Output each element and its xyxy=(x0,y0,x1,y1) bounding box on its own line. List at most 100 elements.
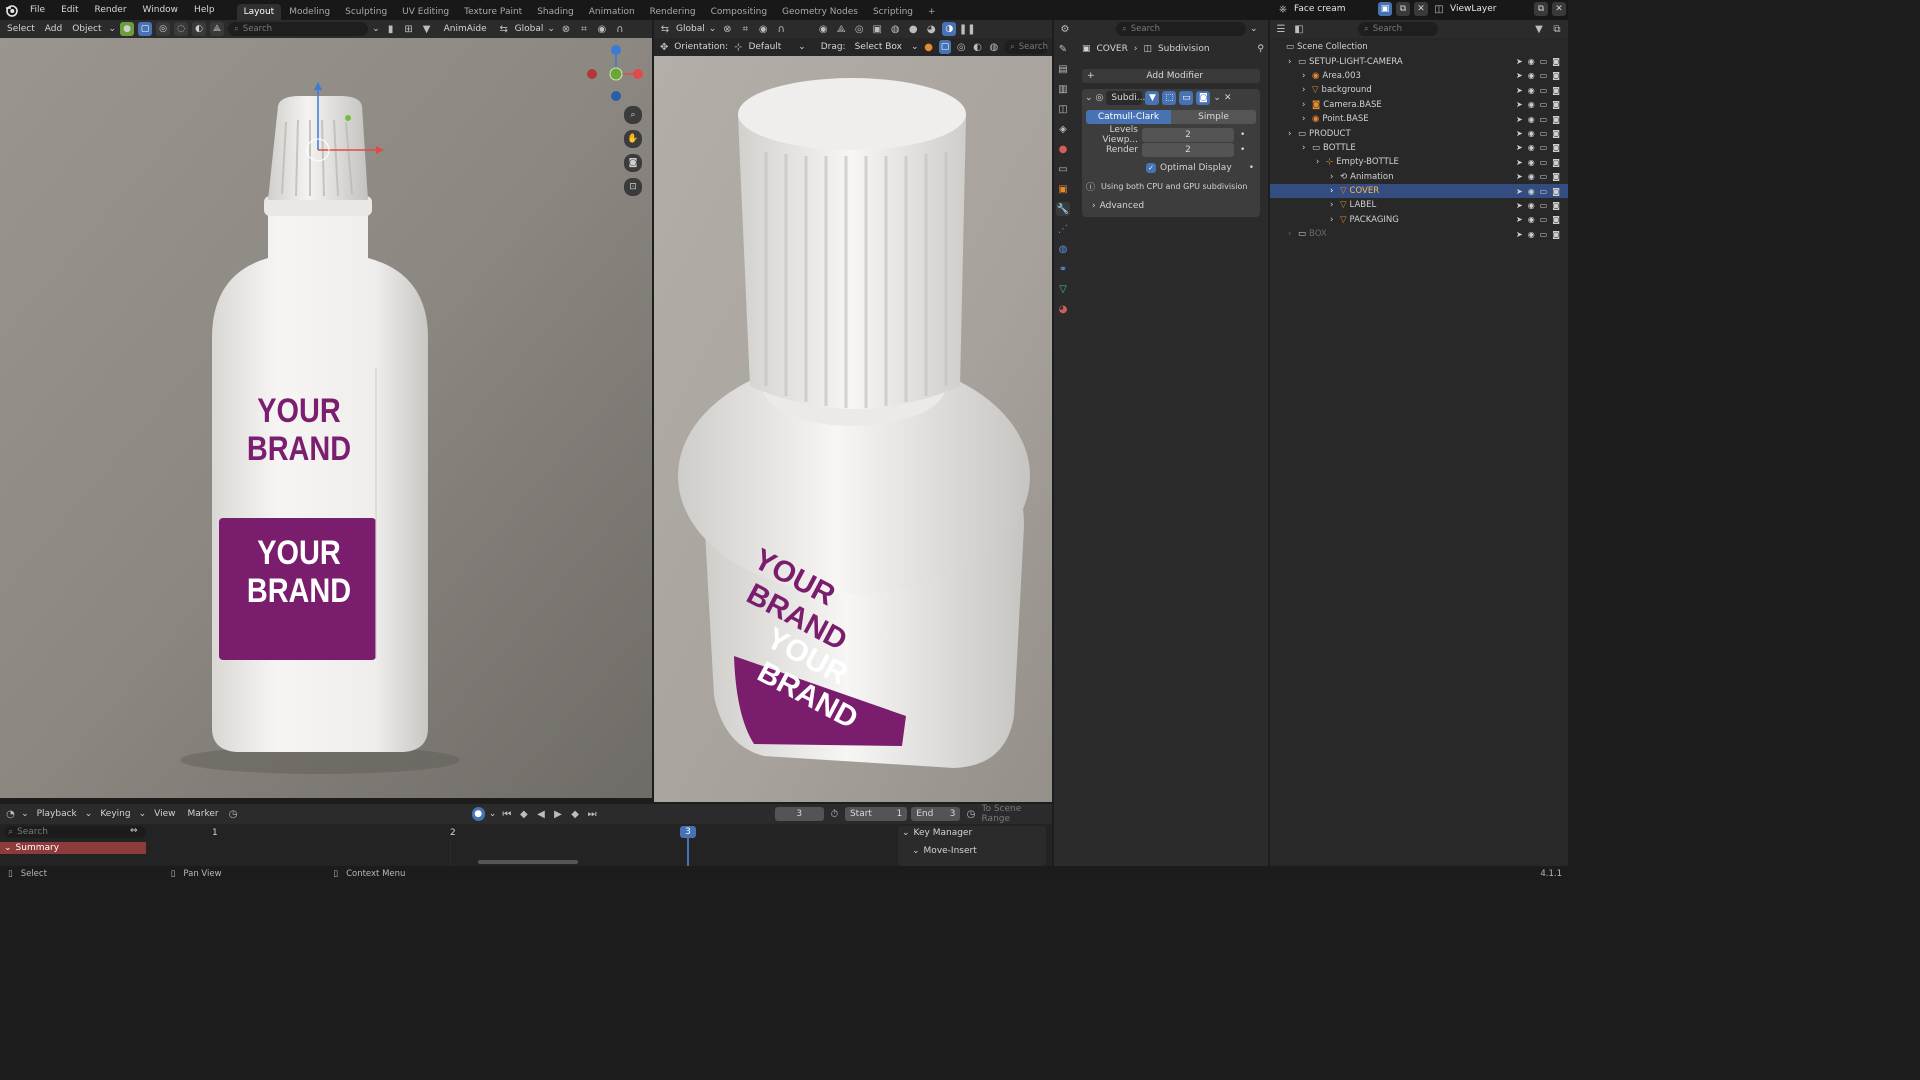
camera-render-icon[interactable]: ◙ xyxy=(1552,187,1560,196)
outliner-row[interactable]: › ⟲ Animation ➤ ◉ ▭ ◙ xyxy=(1270,170,1568,184)
eye-icon[interactable]: ◉ xyxy=(1528,71,1535,80)
to-scene-range-button[interactable]: To Scene Range xyxy=(982,804,1048,824)
monitor-icon[interactable]: ▭ xyxy=(1540,86,1548,95)
keyframe-dot-icon[interactable]: • xyxy=(1240,145,1245,155)
chevron-down-icon[interactable]: ⌄ xyxy=(1250,24,1258,34)
proportional-edit-icon[interactable]: ◉ xyxy=(756,22,770,36)
expand-chevron-icon[interactable]: › xyxy=(1330,215,1340,225)
viewlayer-new-icon[interactable]: ⧉ xyxy=(1534,2,1548,16)
monitor-icon[interactable]: ▭ xyxy=(1540,201,1548,210)
material-tab-icon[interactable]: ◕ xyxy=(1056,302,1070,316)
playhead[interactable]: 3 xyxy=(680,826,696,838)
snap-icon[interactable]: ⌗ xyxy=(738,22,752,36)
scene-browse-icon[interactable]: ▣ xyxy=(1378,2,1392,16)
jump-end-icon[interactable]: ⏭ xyxy=(586,807,599,821)
viewlayer-icon[interactable]: ◫ xyxy=(1432,2,1446,16)
shading-solid-icon[interactable]: ● xyxy=(906,22,920,36)
select-arrow-icon[interactable]: ➤ xyxy=(1516,201,1523,210)
drag-dropdown[interactable]: Select Box xyxy=(849,40,907,54)
chevron-down-icon[interactable]: ⌄ xyxy=(911,42,919,52)
addon-animaide[interactable]: AnimAide xyxy=(438,24,493,34)
new-collection-icon[interactable]: ⧉ xyxy=(1550,22,1564,36)
collection-tab-icon[interactable]: ▭ xyxy=(1056,162,1070,176)
monitor-icon[interactable]: ▭ xyxy=(1540,158,1548,167)
eye-icon[interactable]: ◉ xyxy=(1528,100,1535,109)
viewlayer-delete-icon[interactable]: ✕ xyxy=(1552,2,1566,16)
next-keyframe-icon[interactable]: ◆ xyxy=(569,807,582,821)
snap-icon[interactable]: ⌗ xyxy=(577,22,591,36)
edit-mode-icon[interactable]: ▼ xyxy=(1145,91,1160,105)
color-icon[interactable]: ● xyxy=(923,40,935,54)
monitor-icon[interactable]: ▭ xyxy=(1540,230,1548,239)
expand-chevron-icon[interactable]: › xyxy=(1330,186,1340,196)
tab-catmull-clark[interactable]: Catmull-Clark xyxy=(1086,110,1171,124)
scene-collection-row[interactable]: ▭ Scene Collection xyxy=(1270,40,1568,54)
select-extend-icon[interactable]: ◎ xyxy=(955,40,967,54)
chevron-down-icon[interactable]: ⌄ xyxy=(372,24,380,34)
eye-icon[interactable]: ◉ xyxy=(1528,143,1535,152)
select-box-icon[interactable]: ▢ xyxy=(138,22,153,36)
select-arrow-icon[interactable]: ➤ xyxy=(1516,71,1523,80)
auto-keying-icon[interactable]: ◷ xyxy=(227,807,240,821)
left-viewport[interactable]: YOUR BRAND YOUR BRAND ⌕ ✋ ◙ ⊡ xyxy=(0,38,652,798)
visibility-icon[interactable]: ◉ xyxy=(816,22,830,36)
camera-render-icon[interactable]: ◙ xyxy=(1552,215,1560,224)
gizmo-icon[interactable]: ⟁ xyxy=(210,22,225,36)
menu-render[interactable]: Render xyxy=(87,0,135,20)
scene-delete-icon[interactable]: ✕ xyxy=(1414,2,1428,16)
pivot-icon[interactable]: ⊗ xyxy=(720,22,734,36)
render-levels-field[interactable]: 2 xyxy=(1142,143,1234,157)
view-layout-icon[interactable]: ⊞ xyxy=(402,22,416,36)
scene-icon[interactable]: ⎈ xyxy=(1276,2,1290,16)
select-arrow-icon[interactable]: ➤ xyxy=(1516,158,1523,167)
shading-rendered-icon[interactable]: ◑ xyxy=(942,22,957,36)
collapse-chevron-icon[interactable]: ⌄ xyxy=(1085,93,1093,103)
eye-icon[interactable]: ◉ xyxy=(1528,57,1535,66)
scene-new-icon[interactable]: ⧉ xyxy=(1396,2,1410,16)
overlay-icon[interactable]: ◌ xyxy=(174,22,189,36)
summary-channel[interactable]: ⌄ Summary xyxy=(0,842,146,854)
select-arrow-icon[interactable]: ➤ xyxy=(1516,143,1523,152)
outliner-row[interactable]: › ▽ LABEL ➤ ◉ ▭ ◙ xyxy=(1270,198,1568,212)
outliner-row[interactable]: › ◙ Camera.BASE ➤ ◉ ▭ ◙ xyxy=(1270,98,1568,112)
pan-hand-icon[interactable]: ✋ xyxy=(624,130,642,148)
pivot-icon[interactable]: ⊗ xyxy=(559,22,573,36)
mode-dropdown-icon[interactable]: ⌄ xyxy=(109,24,117,34)
pause-icon[interactable]: ❚❚ xyxy=(959,22,976,36)
expand-chevron-icon[interactable]: › xyxy=(1302,71,1312,81)
properties-search[interactable]: ⌕ Search xyxy=(1116,22,1246,36)
view-layer-tab-icon[interactable]: ◫ xyxy=(1056,102,1070,116)
preview-range-icon[interactable]: ⏱ xyxy=(828,807,841,821)
tab-sculpting[interactable]: Sculpting xyxy=(338,4,394,20)
editor-type-icon[interactable]: ⚙ xyxy=(1058,22,1072,36)
scene-name[interactable]: Face cream xyxy=(1294,4,1374,14)
camera-render-icon[interactable]: ◙ xyxy=(1552,71,1560,80)
advanced-subpanel[interactable]: › Advanced xyxy=(1082,199,1260,213)
filter-icon[interactable]: ▼ xyxy=(420,22,434,36)
outliner-row[interactable]: › ▭ PRODUCT ➤ ◉ ▭ ◙ xyxy=(1270,126,1568,140)
expand-chevron-icon[interactable]: › xyxy=(1288,229,1298,239)
start-frame-field[interactable]: Start 1 xyxy=(844,807,908,821)
left-viewport-add-menu[interactable]: Add xyxy=(42,24,65,34)
tab-shading[interactable]: Shading xyxy=(530,4,581,20)
scene-tab-icon[interactable]: ◈ xyxy=(1056,122,1070,136)
tab-texture-paint[interactable]: Texture Paint xyxy=(457,4,529,20)
display-mode-icon[interactable]: ◧ xyxy=(1292,22,1306,36)
expand-chevron-icon[interactable]: › xyxy=(1302,100,1312,110)
constraints-tab-icon[interactable]: ⚭ xyxy=(1056,262,1070,276)
outliner-type-icon[interactable]: ☰ xyxy=(1274,22,1288,36)
tab-simple[interactable]: Simple xyxy=(1171,110,1256,124)
outliner-row[interactable]: › ▽ background ➤ ◉ ▭ ◙ xyxy=(1270,83,1568,97)
falloff-icon[interactable]: ∩ xyxy=(774,22,788,36)
left-viewport-select-menu[interactable]: Select xyxy=(4,24,38,34)
tab-uv-editing[interactable]: UV Editing xyxy=(395,4,456,20)
physics-tab-icon[interactable]: ◍ xyxy=(1056,242,1070,256)
camera-render-icon[interactable]: ◙ xyxy=(1552,158,1560,167)
expand-chevron-icon[interactable]: › xyxy=(1302,143,1312,153)
pin-icon[interactable]: ⚲ xyxy=(1257,44,1264,54)
select-arrow-icon[interactable]: ➤ xyxy=(1516,215,1523,224)
monitor-icon[interactable]: ▭ xyxy=(1540,71,1548,80)
chevron-down-icon[interactable]: ⌄ xyxy=(547,24,555,34)
cage-icon[interactable]: ⬚ xyxy=(1162,91,1177,105)
output-tab-icon[interactable]: ▥ xyxy=(1056,82,1070,96)
